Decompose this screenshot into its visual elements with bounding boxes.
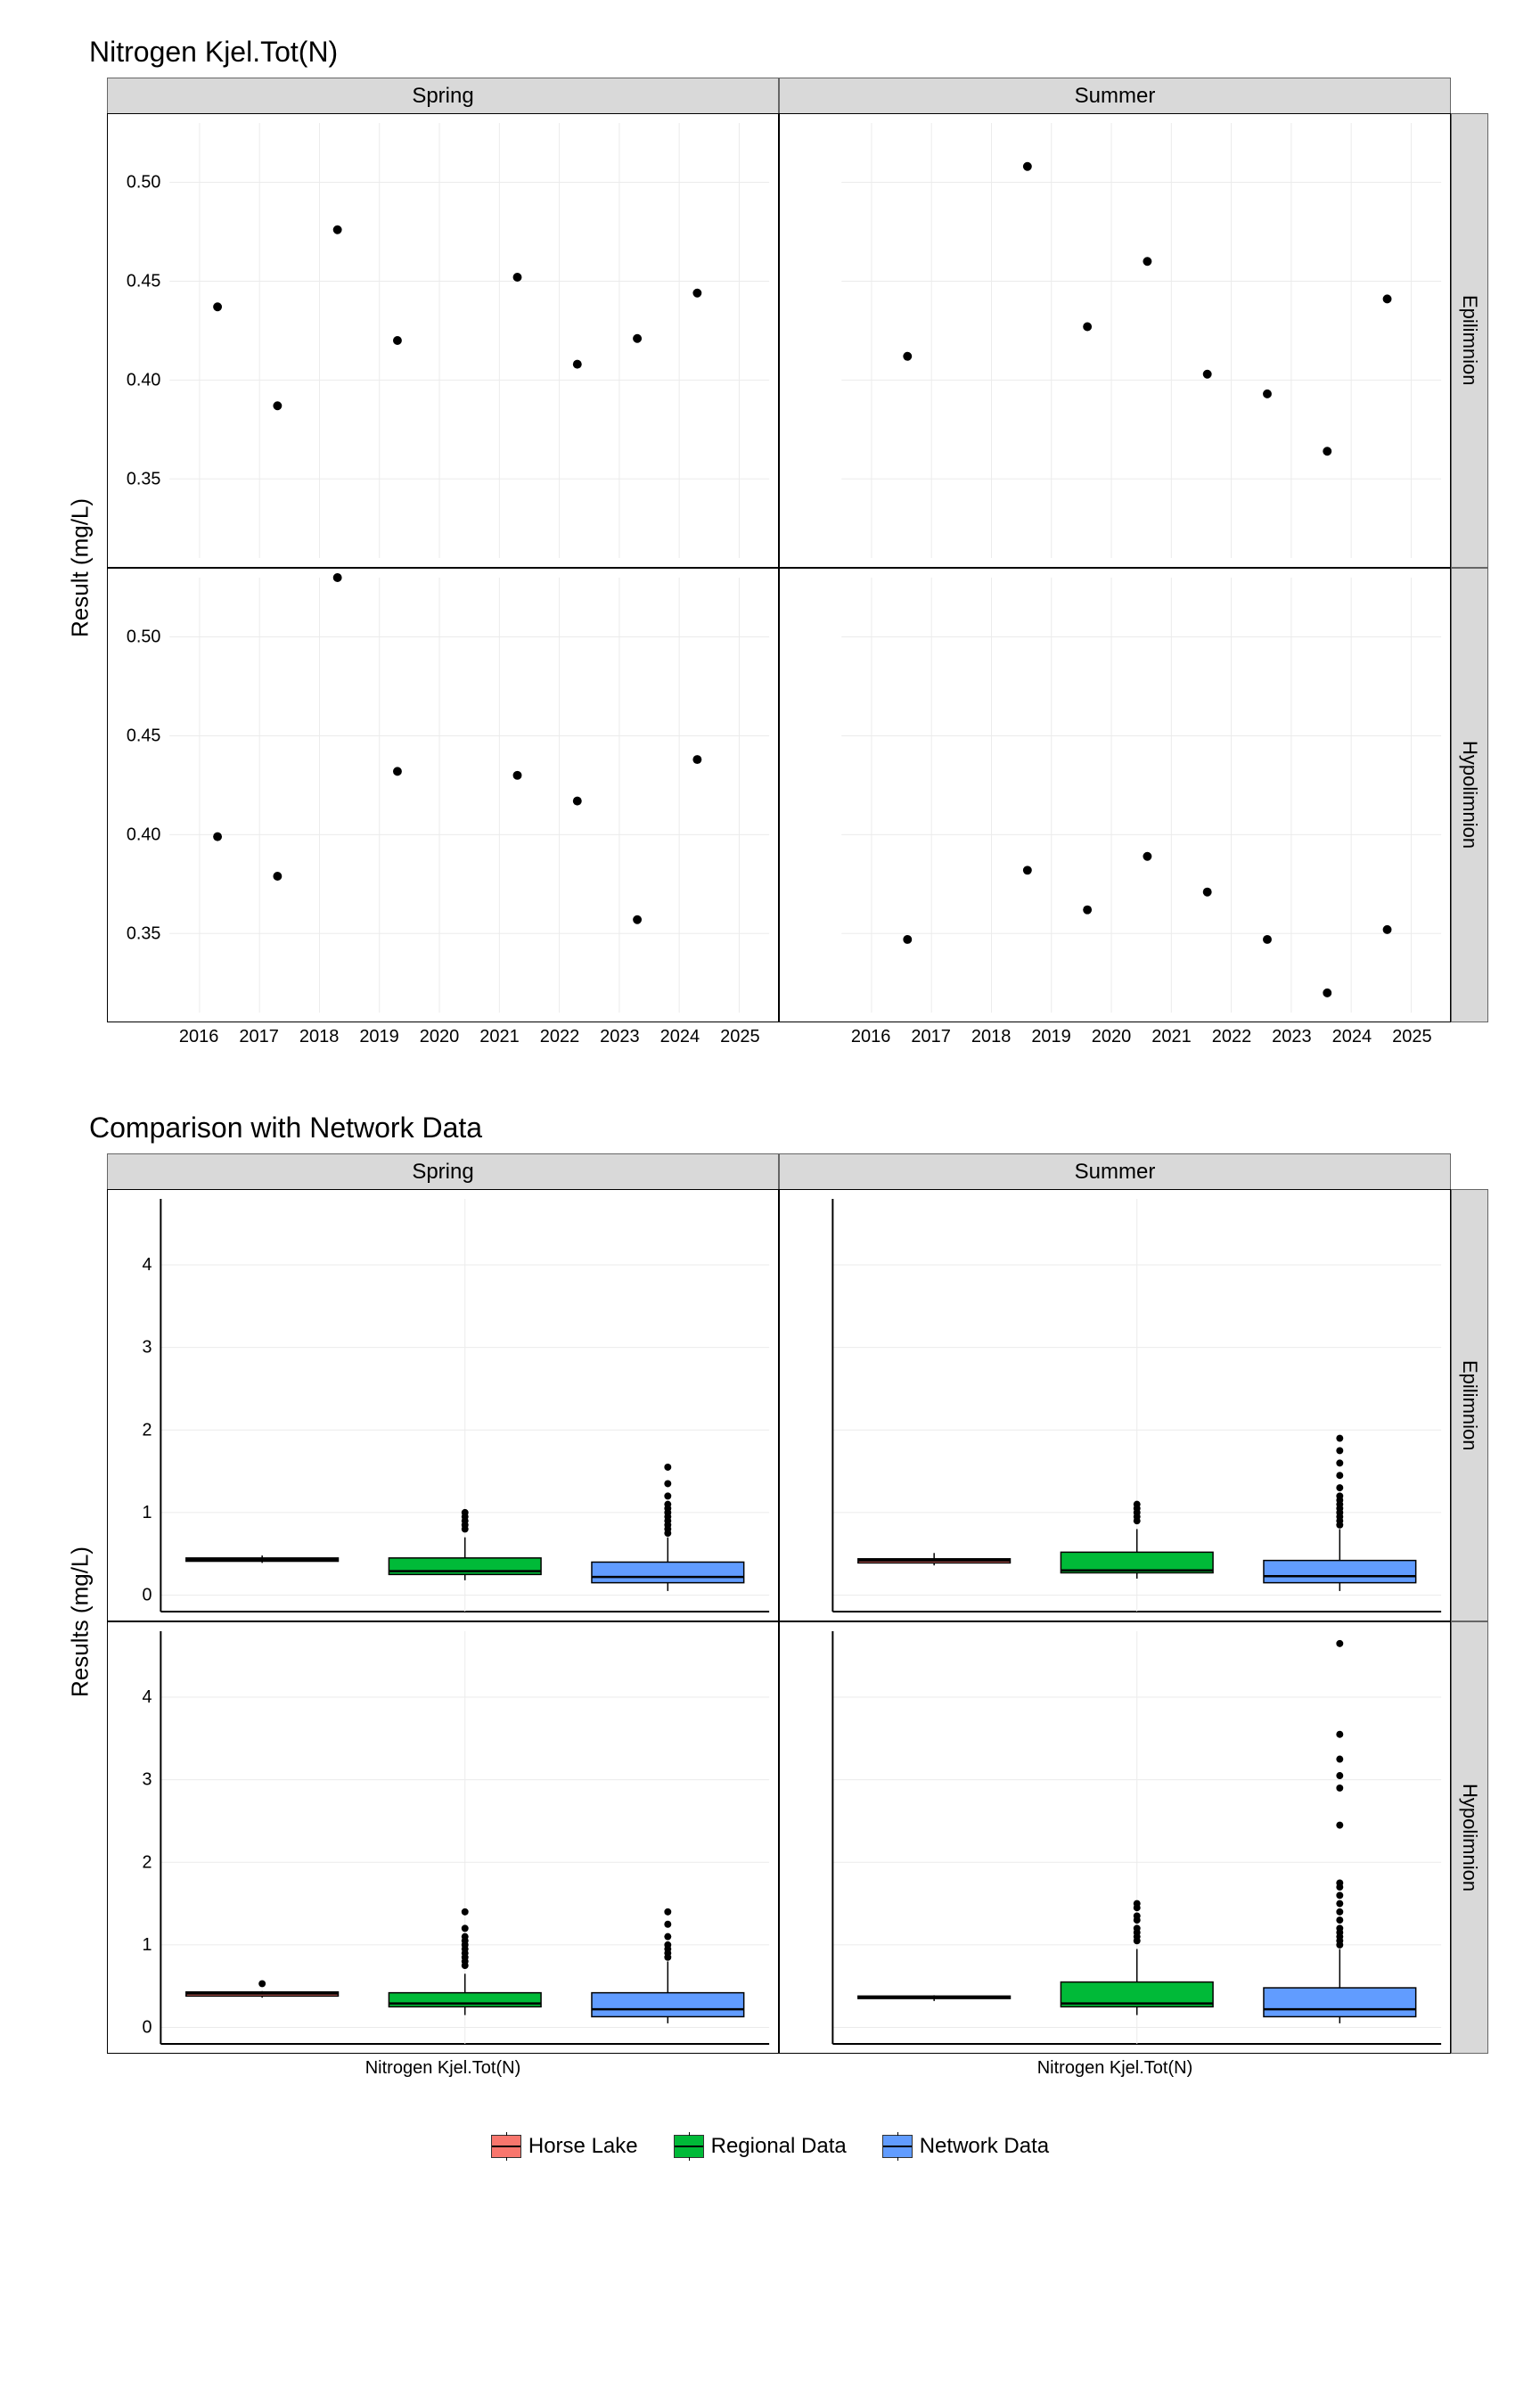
y-axis-label: Results (mg/L) [53, 1189, 107, 2054]
row-facet-strip: Epilimnion [1451, 1189, 1488, 1621]
legend-item: Network Data [882, 2134, 1049, 2159]
row-facet-strip: Epilimnion [1451, 113, 1488, 568]
scatter-chart-section: Nitrogen Kjel.Tot(N) Result (mg/L)Spring… [0, 0, 1540, 1076]
svg-text:2: 2 [142, 1852, 152, 1872]
legend-label: Regional Data [711, 2134, 847, 2159]
svg-text:4: 4 [142, 1687, 152, 1707]
x-axis-label: Nitrogen Kjel.Tot(N) [107, 2054, 779, 2089]
scatter-panel: 0.35 0.40 0.45 0.50 [107, 568, 779, 1022]
scatter-panel [779, 568, 1451, 1022]
boxplot-panel: 0 1 2 3 4 [107, 1621, 779, 2054]
svg-text:3: 3 [142, 1338, 152, 1358]
svg-text:4: 4 [142, 1255, 152, 1275]
svg-text:0.40: 0.40 [127, 825, 160, 844]
col-facet-strip: Spring [107, 1153, 779, 1191]
boxplot-chart-title: Comparison with Network Data [89, 1112, 1487, 1145]
x-axis-label: Nitrogen Kjel.Tot(N) [779, 2054, 1451, 2089]
legend-swatch [491, 2135, 521, 2158]
scatter-panel [779, 113, 1451, 568]
legend-item: Regional Data [674, 2134, 847, 2159]
legend-swatch [674, 2135, 704, 2158]
svg-text:0: 0 [142, 2017, 152, 2037]
svg-text:3: 3 [142, 1770, 152, 1790]
scatter-facet-grid: Result (mg/L)SpringSummerEpilimnionHypol… [53, 78, 1487, 1058]
svg-text:0.50: 0.50 [127, 172, 160, 192]
svg-text:1: 1 [142, 1503, 152, 1522]
col-facet-strip: Spring [107, 78, 779, 115]
boxplot-panel: 0 1 2 3 4 [107, 1189, 779, 1621]
scatter-panel: 0.35 0.40 0.45 0.50 [107, 113, 779, 568]
svg-text:2: 2 [142, 1420, 152, 1440]
boxplot-panel [779, 1621, 1451, 2054]
legend: Horse Lake Regional Data Network Data [0, 2107, 1540, 2195]
x-tick-row: 2016201720182019202020212022202320242025 [107, 1022, 779, 1058]
legend-item: Horse Lake [491, 2134, 638, 2159]
svg-text:0.40: 0.40 [127, 370, 160, 390]
svg-text:0.35: 0.35 [127, 469, 160, 488]
svg-text:0.50: 0.50 [127, 627, 160, 646]
x-tick-row: 2016201720182019202020212022202320242025 [779, 1022, 1451, 1058]
col-facet-strip: Summer [779, 78, 1451, 115]
legend-swatch [882, 2135, 913, 2158]
svg-text:1: 1 [142, 1935, 152, 1955]
row-facet-strip: Hypolimnion [1451, 1621, 1488, 2054]
svg-text:0.45: 0.45 [127, 271, 160, 291]
legend-label: Network Data [920, 2134, 1049, 2159]
boxplot-chart-section: Comparison with Network Data Results (mg… [0, 1076, 1540, 2107]
svg-text:0.45: 0.45 [127, 726, 160, 745]
boxplot-panel [779, 1189, 1451, 1621]
svg-text:0.35: 0.35 [127, 923, 160, 943]
row-facet-strip: Hypolimnion [1451, 568, 1488, 1022]
svg-text:0: 0 [142, 1585, 152, 1604]
legend-label: Horse Lake [528, 2134, 638, 2159]
boxplot-facet-grid: Results (mg/L)SpringSummerEpilimnionHypo… [53, 1153, 1487, 2089]
y-axis-label: Result (mg/L) [53, 113, 107, 1022]
col-facet-strip: Summer [779, 1153, 1451, 1191]
scatter-chart-title: Nitrogen Kjel.Tot(N) [89, 36, 1487, 69]
